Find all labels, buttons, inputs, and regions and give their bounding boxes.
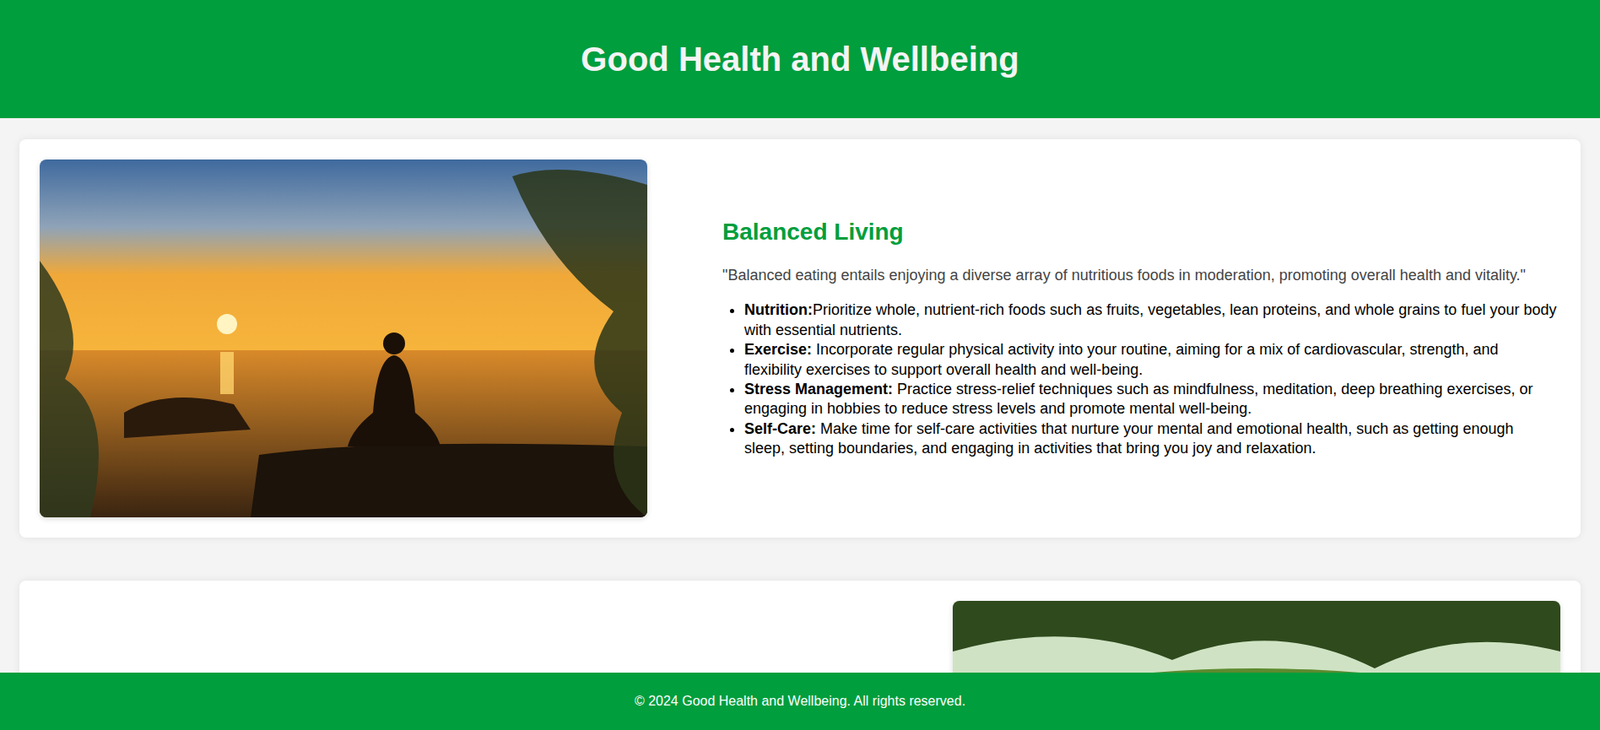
tip-label: Self-Care: — [744, 420, 817, 438]
tip-text: Make time for self-care activities that … — [744, 420, 1514, 457]
tips-list: Nutrition:Prioritize whole, nutrient-ric… — [722, 300, 1557, 459]
sunset-meditation-image — [39, 159, 648, 518]
tip-item: Exercise: Incorporate regular physical a… — [744, 340, 1557, 380]
page-title: Good Health and Wellbeing — [580, 38, 1019, 80]
tip-label: Stress Management: — [744, 380, 893, 398]
tip-label: Nutrition: — [744, 301, 813, 319]
copyright-text: © 2024 Good Health and Wellbeing. All ri… — [634, 691, 966, 712]
tip-item: Self-Care: Make time for self-care activ… — [744, 419, 1557, 460]
content: Balanced Living "Balanced eating entails … — [0, 118, 1600, 730]
tip-label: Exercise: — [744, 340, 812, 358]
page-header: Good Health and Wellbeing — [0, 0, 1600, 119]
tip-text: Incorporate regular physical activity in… — [744, 340, 1498, 378]
page-footer: © 2024 Good Health and Wellbeing. All ri… — [0, 672, 1600, 730]
section-text: Balanced Living "Balanced eating entails … — [647, 217, 1561, 459]
section-heading: Balanced Living — [722, 217, 1557, 247]
tip-text: Prioritize whole, nutrient-rich foods su… — [744, 301, 1557, 338]
section-quote: "Balanced eating entails enjoying a dive… — [722, 261, 1557, 289]
section-card: Balanced Living "Balanced eating entails … — [19, 139, 1581, 538]
tip-item: Stress Management: Practice stress-relie… — [744, 379, 1557, 420]
tip-item: Nutrition:Prioritize whole, nutrient-ric… — [744, 300, 1557, 341]
